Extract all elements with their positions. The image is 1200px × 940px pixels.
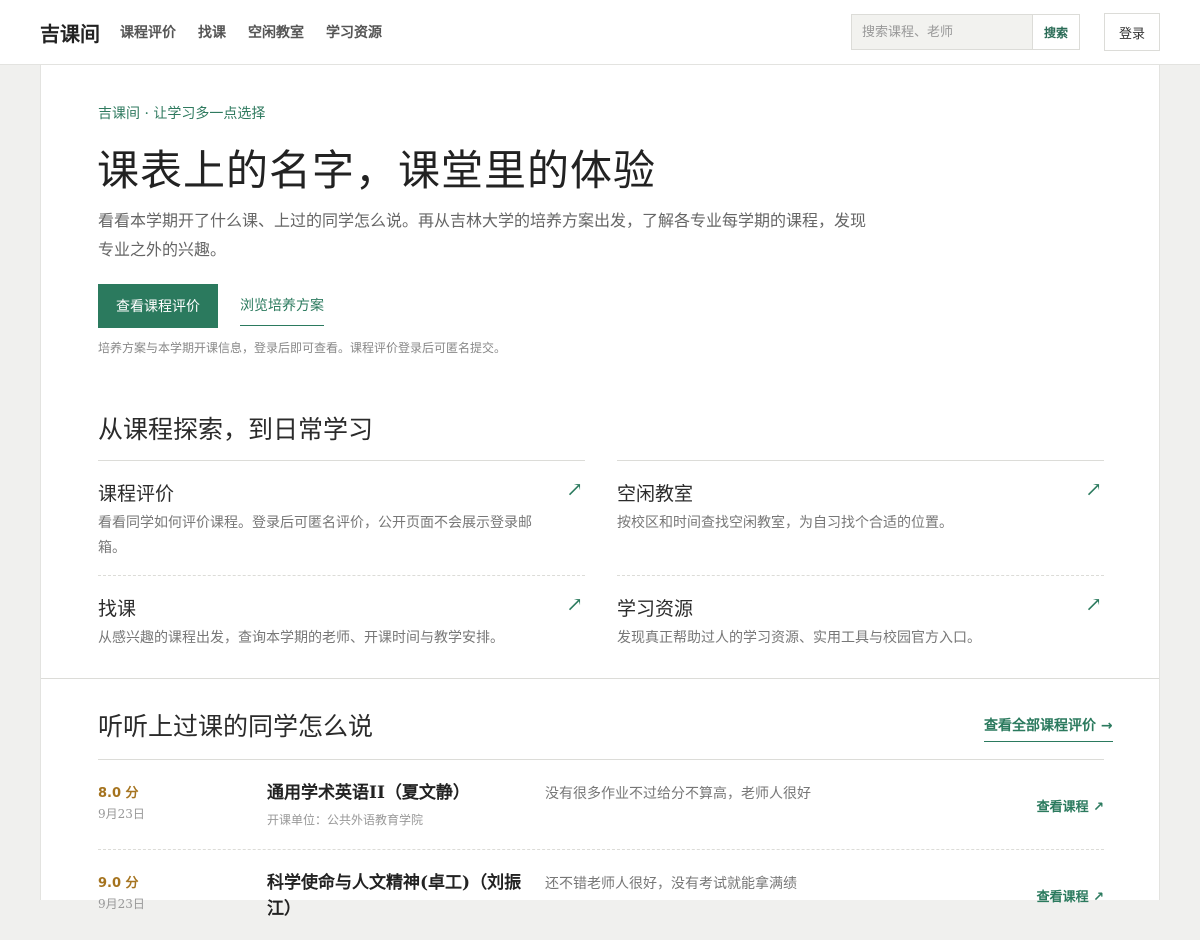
search-button[interactable]: 搜索 (1032, 15, 1079, 49)
feature-title: 空闲教室 (617, 483, 694, 505)
feature-description: 从感兴趣的课程出发，查询本学期的老师、开课时间与教学安排。 (98, 630, 504, 646)
hero-note: 培养方案与本学期开课信息，登录后即可查看。课程评价登录后可匿名提交。 (98, 341, 507, 355)
reviews-section-title: 听听上过课的同学怎么说 (98, 712, 374, 741)
feature-description: 看看同学如何评价课程。登录后可匿名评价，公开页面不会展示登录邮箱。 (98, 515, 532, 556)
nav-course-reviews[interactable]: 课程评价 (120, 22, 176, 42)
hero-title: 课表上的名字，课堂里的体验 (97, 146, 657, 195)
nav-learning-resources[interactable]: 学习资源 (326, 22, 382, 42)
nav-free-classroom[interactable]: 空闲教室 (248, 22, 304, 42)
review-comment: 还不错老师人很好，没有考试就能拿满绩 (545, 876, 797, 892)
top-navigation-bar: 吉课间 课程评价 找课 空闲教室 学习资源 搜索 登录 (0, 0, 1200, 65)
search-box: 搜索 (851, 14, 1080, 50)
review-row: 8.0 分 9月23日 通用学术英语II（夏文静） 开课单位：公共外语教育学院 … (98, 760, 1104, 850)
course-name[interactable]: 通用学术英语II（夏文静） (267, 780, 527, 806)
feature-title: 找课 (98, 598, 137, 620)
view-course-link[interactable]: 查看课程 ↗ (1037, 796, 1104, 815)
review-score: 8.0 分 (98, 786, 139, 801)
feature-title: 学习资源 (617, 598, 694, 620)
review-comment: 没有很多作业不过给分不算高，老师人很好 (545, 786, 811, 802)
review-score: 9.0 分 (98, 876, 139, 891)
main-panel: 吉课间 · 让学习多一点选择 课表上的名字，课堂里的体验 看看本学期开了什么课、… (40, 65, 1160, 919)
explore-section-title: 从课程探索，到日常学习 (98, 415, 374, 444)
view-all-reviews-link[interactable]: 查看全部课程评价 → (984, 715, 1113, 742)
review-date: 9月23日 (98, 897, 145, 911)
feature-card-course-reviews[interactable]: 课程评价 看看同学如何评价课程。登录后可匿名评价，公开页面不会展示登录邮箱。 ↗ (98, 461, 585, 576)
feature-description: 发现真正帮助过人的学习资源、实用工具与校园官方入口。 (617, 630, 981, 646)
nav-find-course[interactable]: 找课 (198, 22, 226, 42)
search-input[interactable] (852, 15, 1032, 49)
section-divider (41, 678, 1159, 679)
view-course-link[interactable]: 查看课程 ↗ (1037, 886, 1104, 905)
site-logo[interactable]: 吉课间 (40, 18, 100, 47)
arrow-up-right-icon: ↗ (1085, 477, 1102, 501)
login-button[interactable]: 登录 (1104, 13, 1160, 51)
main-nav: 课程评价 找课 空闲教室 学习资源 (120, 22, 382, 42)
view-course-reviews-button[interactable]: 查看课程评价 (98, 284, 218, 328)
hero-description: 看看本学期开了什么课、上过的同学怎么说。再从吉林大学的培养方案出发，了解各专业每… (98, 211, 867, 259)
feature-card-find-course[interactable]: 找课 从感兴趣的课程出发，查询本学期的老师、开课时间与教学安排。 ↗ (98, 576, 585, 691)
review-row: 9.0 分 9月23日 科学使命与人文精神(卓工)（刘振江） 还不错老师人很好，… (98, 850, 1104, 940)
arrow-up-right-icon: ↗ (566, 477, 583, 501)
browse-curriculum-link[interactable]: 浏览培养方案 (240, 295, 324, 326)
feature-description: 按校区和时间查找空闲教室，为自习找个合适的位置。 (617, 515, 953, 531)
feature-card-free-classroom[interactable]: 空闲教室 按校区和时间查找空闲教室，为自习找个合适的位置。 ↗ (617, 461, 1104, 576)
feature-title: 课程评价 (98, 483, 175, 505)
course-unit: 开课单位：公共外语教育学院 (267, 813, 424, 827)
arrow-up-right-icon: ↗ (566, 592, 583, 616)
course-name[interactable]: 科学使命与人文精神(卓工)（刘振江） (267, 870, 527, 922)
arrow-up-right-icon: ↗ (1085, 592, 1102, 616)
feature-card-learning-resources[interactable]: 学习资源 发现真正帮助过人的学习资源、实用工具与校园官方入口。 ↗ (617, 576, 1104, 691)
hero-eyebrow: 吉课间 · 让学习多一点选择 (98, 106, 266, 122)
review-date: 9月23日 (98, 807, 145, 821)
